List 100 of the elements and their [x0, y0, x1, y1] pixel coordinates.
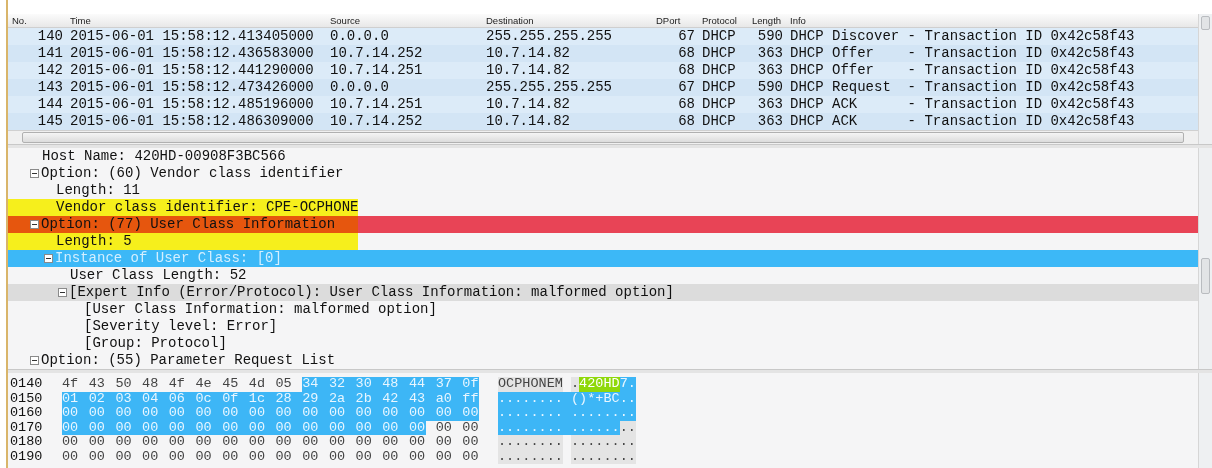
hex-byte[interactable]: 00: [328, 435, 346, 450]
hex-byte[interactable]: 00: [142, 435, 160, 450]
column-header[interactable]: Length: [748, 14, 786, 28]
ascii-char: .: [587, 420, 596, 435]
tree-item[interactable]: User Class Length: 52: [8, 267, 1198, 284]
hex-byte[interactable]: 43: [88, 377, 106, 392]
column-header[interactable]: No.: [8, 14, 66, 28]
hex-byte[interactable]: 00: [462, 435, 480, 450]
vertical-scrollbar[interactable]: [1198, 373, 1212, 468]
hex-byte[interactable]: 00: [302, 435, 320, 450]
tree-item[interactable]: [User Class Information: malformed option]: [8, 301, 1198, 318]
column-header[interactable]: Source: [326, 14, 482, 28]
table-cell-text: 590: [756, 79, 784, 96]
ascii-char: .: [570, 435, 580, 450]
hex-byte[interactable]: 00: [462, 449, 480, 464]
hex-byte[interactable]: 00: [168, 435, 186, 450]
hex-byte[interactable]: 00: [408, 435, 426, 450]
hex-byte[interactable]: 00: [88, 435, 106, 450]
hex-byte[interactable]: 00: [88, 449, 106, 464]
hex-byte[interactable]: 00: [275, 435, 293, 450]
collapse-icon[interactable]: [30, 169, 39, 178]
scrollbar-thumb[interactable]: [22, 132, 1184, 143]
hex-byte[interactable]: 4e: [195, 377, 213, 392]
hex-byte[interactable]: 00: [382, 435, 400, 450]
vertical-scrollbar[interactable]: [1198, 148, 1212, 369]
byte-offset: 0190: [9, 449, 44, 464]
ascii-char: .: [619, 435, 628, 450]
hex-byte[interactable]: 00: [115, 449, 133, 464]
ascii-char: .: [627, 391, 636, 406]
hex-byte[interactable]: 00: [408, 449, 426, 464]
hex-byte[interactable]: 00: [195, 449, 213, 464]
table-cell-text: 143: [36, 79, 64, 96]
hex-byte[interactable]: 00: [115, 435, 133, 450]
table-cell-text: 10.7.14.82: [485, 96, 571, 113]
ascii-char: .: [530, 406, 539, 421]
ascii-char: ): [579, 391, 588, 406]
hex-byte[interactable]: 48: [142, 377, 160, 392]
collapse-icon[interactable]: [30, 356, 39, 365]
hex-byte[interactable]: 00: [62, 449, 79, 464]
ascii-char: .: [595, 435, 604, 450]
ascii-char: M: [554, 377, 563, 392]
ascii-char: .: [587, 406, 596, 421]
hex-byte[interactable]: 00: [62, 435, 79, 450]
ascii-char: .: [595, 449, 604, 464]
hex-byte[interactable]: 4d: [248, 377, 266, 392]
ascii-char: .: [579, 435, 588, 450]
tree-item[interactable]: Option: (60) Vendor class identifier: [8, 165, 1198, 182]
column-header[interactable]: Protocol: [698, 14, 748, 28]
hex-byte[interactable]: 00: [275, 449, 293, 464]
tree-item[interactable]: Length: 5: [8, 233, 1198, 250]
column-header[interactable]: Info: [786, 14, 1198, 28]
scrollbar-thumb[interactable]: [1201, 16, 1210, 30]
hex-byte[interactable]: 50: [115, 377, 133, 392]
hex-byte[interactable]: 00: [302, 449, 320, 464]
scrollbar-thumb[interactable]: [1201, 258, 1210, 294]
hex-byte[interactable]: 00: [462, 420, 480, 435]
collapse-icon[interactable]: [30, 220, 39, 229]
hex-byte[interactable]: 00: [355, 449, 373, 464]
ascii-char: .: [546, 391, 555, 406]
tree-item[interactable]: [Expert Info (Error/Protocol): User Class Information: malformed option]: [8, 284, 1198, 301]
table-cell-text: 140: [36, 28, 64, 45]
ascii-char: .: [595, 420, 604, 435]
hex-byte[interactable]: 00: [328, 449, 346, 464]
horizontal-scrollbar[interactable]: [8, 130, 1198, 144]
hex-byte[interactable]: 4f: [62, 377, 79, 392]
hex-byte[interactable]: 4f: [168, 377, 186, 392]
hex-byte[interactable]: 00: [195, 435, 213, 450]
collapse-icon[interactable]: [44, 254, 53, 263]
hex-byte[interactable]: 00: [435, 420, 453, 435]
hex-byte[interactable]: 05: [275, 377, 293, 392]
ascii-char: .: [506, 391, 515, 406]
column-header[interactable]: Destination: [482, 14, 652, 28]
hex-byte[interactable]: 00: [248, 449, 266, 464]
hex-byte[interactable]: 00: [355, 435, 373, 450]
tree-item[interactable]: Host Name: 420HD-00908F3BC566: [8, 148, 1198, 165]
column-header[interactable]: DPort: [652, 14, 698, 28]
ascii-char: P: [514, 377, 523, 392]
hex-byte[interactable]: 00: [435, 435, 453, 450]
tree-item[interactable]: Option: (77) User Class Information: [8, 216, 1198, 233]
hex-byte[interactable]: 00: [248, 435, 266, 450]
column-header[interactable]: Time: [66, 14, 326, 28]
tree-item[interactable]: Length: 11: [8, 182, 1198, 199]
hex-byte[interactable]: 00: [435, 449, 453, 464]
ascii-char: 7: [619, 377, 628, 392]
tree-item[interactable]: [Severity level: Error]: [8, 318, 1198, 335]
hex-byte[interactable]: 00: [222, 435, 240, 450]
hex-byte[interactable]: 00: [382, 449, 400, 464]
hex-byte[interactable]: 00: [168, 449, 186, 464]
hex-byte[interactable]: 00: [222, 449, 240, 464]
hex-byte[interactable]: 00: [142, 449, 160, 464]
collapse-icon[interactable]: [58, 288, 67, 297]
vertical-scrollbar[interactable]: [1198, 14, 1212, 144]
tree-item[interactable]: [Group: Protocol]: [8, 335, 1198, 352]
ascii-char: .: [546, 406, 555, 421]
tree-item[interactable]: Vendor class identifier: CPE-OCPHONE: [8, 199, 1198, 216]
hex-byte[interactable]: 45: [222, 377, 240, 392]
table-cell-text: 2015-06-01 15:58:12.473426000: [69, 79, 315, 96]
table-cell-text: 142: [36, 62, 64, 79]
ascii-char: .: [603, 406, 612, 421]
tree-item[interactable]: Option: (55) Parameter Request List: [8, 352, 1198, 369]
